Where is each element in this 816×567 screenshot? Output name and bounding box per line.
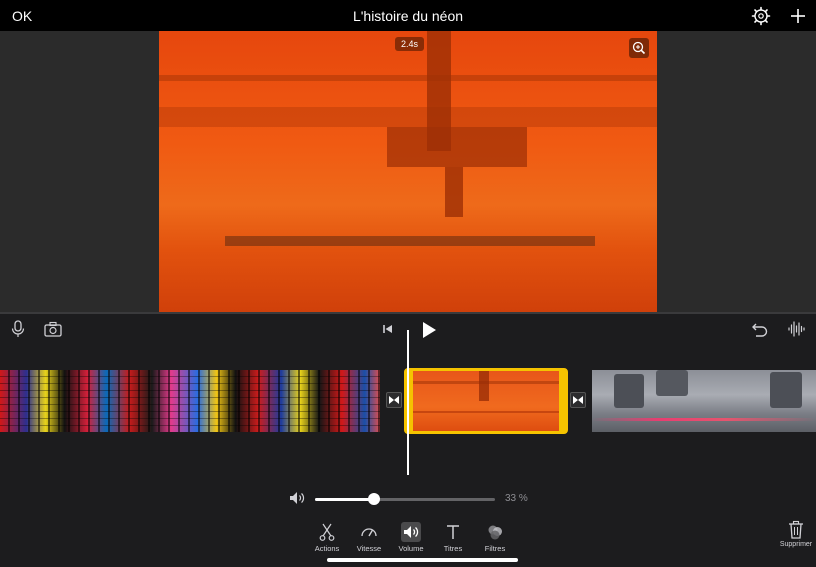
speaker-icon bbox=[401, 522, 421, 542]
ok-button[interactable]: OK bbox=[12, 8, 32, 24]
inspector-panel: 33 % Actions Vitesse Volume Titres Filtr… bbox=[0, 480, 816, 567]
clip-frame-detail bbox=[656, 370, 688, 396]
clip-frame-detail bbox=[479, 371, 489, 401]
clip-laser-engraver[interactable] bbox=[592, 370, 816, 432]
home-indicator[interactable] bbox=[327, 558, 518, 562]
clip-frame-detail bbox=[614, 374, 644, 408]
volume-slider-fill bbox=[315, 498, 375, 501]
volume-slider[interactable] bbox=[315, 493, 495, 505]
video-preview[interactable]: 2.4s bbox=[159, 31, 657, 312]
trash-icon bbox=[789, 520, 803, 539]
clip-duration-badge: 2.4s bbox=[395, 37, 425, 51]
speedometer-icon bbox=[361, 528, 377, 537]
delete-label: Supprimer bbox=[779, 541, 813, 548]
tool-actions[interactable]: Actions bbox=[305, 520, 349, 554]
tool-bar: Actions Vitesse Volume Titres Filtres bbox=[305, 520, 525, 554]
tool-label: Vitesse bbox=[356, 544, 382, 553]
clip-neon-city[interactable] bbox=[0, 370, 380, 432]
volume-percent-label: 33 % bbox=[505, 493, 528, 504]
microphone-icon[interactable] bbox=[8, 319, 28, 339]
camera-icon[interactable] bbox=[43, 319, 63, 339]
play-icon[interactable] bbox=[419, 320, 439, 340]
text-t-icon bbox=[447, 525, 459, 539]
tool-volume[interactable]: Volume bbox=[389, 520, 433, 554]
video-frame-detail bbox=[225, 236, 595, 246]
video-frame-detail bbox=[159, 75, 657, 81]
tool-label: Actions bbox=[314, 544, 340, 553]
waveform-icon[interactable] bbox=[787, 319, 807, 339]
bowtie-transition-icon[interactable] bbox=[386, 392, 402, 408]
tool-label: Volume bbox=[398, 544, 424, 553]
clip-frame-detail bbox=[770, 372, 802, 408]
tool-filters[interactable]: Filtres bbox=[473, 520, 517, 554]
video-frame-detail bbox=[387, 127, 527, 167]
project-title: L'histoire du néon bbox=[352, 8, 464, 24]
speaker-icon bbox=[290, 492, 305, 504]
clip-frame-detail bbox=[413, 411, 559, 413]
tool-titles[interactable]: Titres bbox=[431, 520, 475, 554]
timeline[interactable] bbox=[0, 312, 816, 480]
scissors-icon bbox=[319, 523, 335, 541]
top-bar: OK L'histoire du néon bbox=[0, 0, 816, 31]
delete-button[interactable]: Supprimer bbox=[776, 520, 816, 554]
video-frame-detail bbox=[159, 107, 657, 127]
volume-slider-thumb[interactable] bbox=[368, 493, 381, 505]
zoom-in-icon[interactable] bbox=[629, 38, 649, 58]
undo-icon[interactable] bbox=[750, 319, 770, 339]
tool-speed[interactable]: Vitesse bbox=[347, 520, 391, 554]
imovie-editor: OK L'histoire du néon 2.4s 33 % Actions … bbox=[0, 0, 816, 567]
clip-frame-detail bbox=[592, 418, 816, 421]
skip-to-start-icon[interactable] bbox=[378, 319, 398, 339]
circles-icon bbox=[488, 525, 502, 540]
playhead[interactable] bbox=[407, 330, 409, 475]
preview-area: 2.4s bbox=[0, 31, 816, 312]
bowtie-transition-icon[interactable] bbox=[570, 392, 586, 408]
gear-icon[interactable] bbox=[751, 6, 771, 26]
video-frame-detail bbox=[445, 167, 463, 217]
plus-icon[interactable] bbox=[788, 6, 808, 26]
tool-label: Filtres bbox=[484, 544, 506, 553]
clip-selected-laser-orange[interactable] bbox=[404, 368, 568, 434]
tool-label: Titres bbox=[443, 544, 463, 553]
